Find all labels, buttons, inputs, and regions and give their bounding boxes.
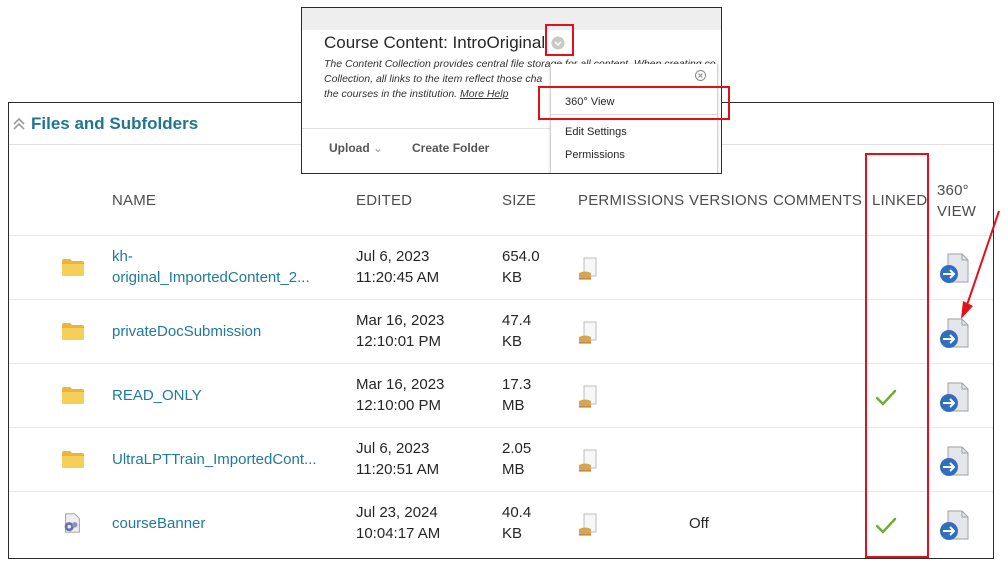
context-menu: 360° View Edit Settings Permissions	[550, 64, 718, 173]
edited-date: Jul 23, 2024 10:04:17 AM	[356, 504, 441, 542]
menu-divider	[551, 114, 717, 115]
file-size: 654.0 KB	[502, 248, 540, 286]
permissions-icon[interactable]	[577, 384, 603, 410]
gear-file-icon	[61, 512, 83, 539]
file-size: 40.4 KB	[502, 504, 532, 542]
edited-date: Mar 16, 2023 12:10:01 PM	[356, 312, 445, 350]
edited-date: Jul 6, 2023 11:20:45 AM	[356, 248, 440, 286]
popup-title: Course Content: IntroOriginal	[324, 33, 546, 52]
table-row: privateDocSubmission Mar 16, 2023 12:10:01…	[9, 299, 993, 364]
chevron-down-circle-icon[interactable]	[551, 36, 565, 50]
folder-icon	[61, 385, 85, 410]
file-size: 2.05 MB	[502, 440, 532, 478]
folder-icon	[61, 449, 85, 474]
column-header-linked: LINKED	[872, 192, 928, 209]
menu-item-permissions[interactable]: Permissions	[565, 149, 625, 161]
permissions-icon[interactable]	[577, 320, 603, 346]
table-row: kh-original_ImportedContent_2... Jul 6, 2…	[9, 235, 993, 300]
item-name-link[interactable]: privateDocSubmission	[112, 321, 332, 342]
close-icon[interactable]	[695, 70, 706, 81]
menu-item-360-view[interactable]: 360° View	[565, 96, 614, 108]
more-help-link[interactable]: More Help	[460, 88, 508, 100]
column-header-versions: VERSIONS	[689, 192, 769, 209]
360-view-icon[interactable]	[938, 252, 970, 286]
360-view-icon[interactable]	[938, 509, 970, 543]
column-header-edited[interactable]: EDITED	[356, 191, 412, 211]
linked-check-icon	[875, 387, 897, 407]
permissions-icon[interactable]	[577, 448, 603, 474]
folder-icon	[61, 321, 85, 346]
table-row: READ_ONLY Mar 16, 2023 12:10:00 PM 17.3 MB	[9, 363, 993, 428]
folder-icon	[61, 257, 85, 282]
upload-button[interactable]: Upload ⌄	[329, 141, 383, 155]
menu-item-edit-settings[interactable]: Edit Settings	[565, 126, 627, 138]
edited-date: Mar 16, 2023 12:10:00 PM	[356, 376, 445, 414]
column-header-name[interactable]: NAME	[112, 191, 156, 211]
item-name-link[interactable]: UltraLPTTrain_ImportedCont...	[112, 449, 332, 470]
column-header-comments: COMMENTS	[773, 192, 863, 209]
column-header-size[interactable]: SIZE	[502, 191, 536, 211]
table-row: UltraLPTTrain_ImportedCont... Jul 6, 2023…	[9, 427, 993, 492]
360-view-icon[interactable]	[938, 445, 970, 479]
edited-date: Jul 6, 2023 11:20:51 AM	[356, 440, 440, 478]
double-chevron-up-icon[interactable]	[12, 116, 26, 132]
column-header-360-view-line1: 360°	[937, 182, 969, 199]
file-size: 47.4 KB	[502, 312, 532, 350]
360-view-icon[interactable]	[938, 317, 970, 351]
create-folder-button[interactable]: Create Folder	[412, 141, 489, 155]
360-view-icon[interactable]	[938, 381, 970, 415]
linked-check-icon	[875, 515, 897, 535]
chevron-down-icon: ⌄	[373, 141, 384, 155]
section-title: Files and Subfolders	[31, 114, 199, 133]
course-content-popup: Course Content: IntroOriginal The Conten…	[301, 7, 722, 174]
column-header-360-view-line2: VIEW	[937, 203, 977, 220]
versions-value: Off	[689, 515, 709, 532]
popup-topbar	[302, 8, 721, 30]
permissions-icon[interactable]	[577, 512, 603, 538]
item-name-link[interactable]: kh-original_ImportedContent_2...	[112, 246, 332, 288]
item-name-link[interactable]: courseBanner	[112, 513, 332, 534]
item-name-link[interactable]: READ_ONLY	[112, 385, 332, 406]
popup-toolbar: Upload ⌄ Create Folder	[302, 128, 550, 173]
table-row: courseBanner Jul 23, 2024 10:04:17 AM 40.4 K…	[9, 491, 993, 556]
file-size: 17.3 MB	[502, 376, 532, 414]
column-header-permissions: PERMISSIONS	[578, 192, 685, 209]
permissions-icon[interactable]	[577, 256, 603, 282]
